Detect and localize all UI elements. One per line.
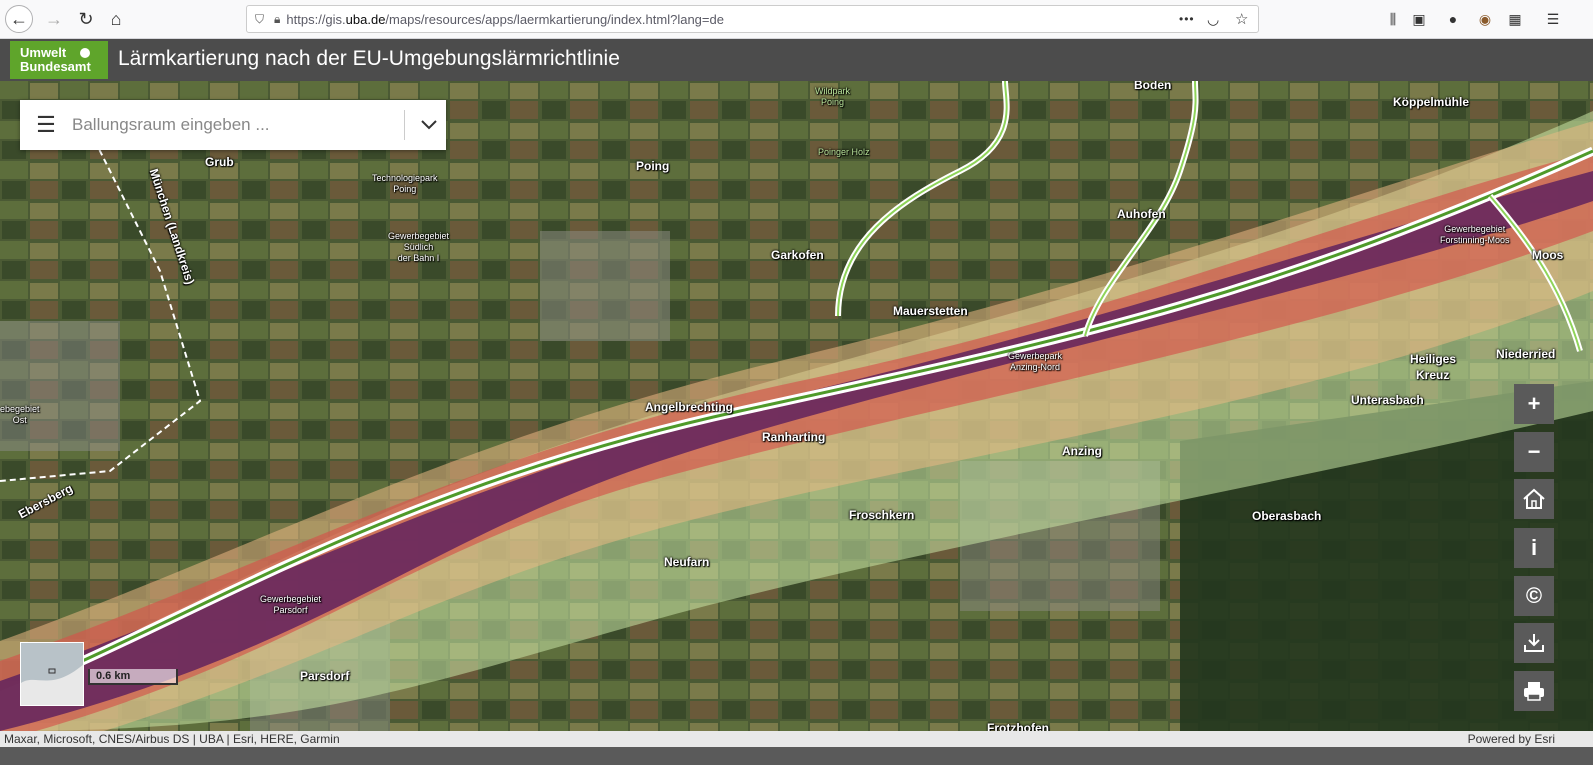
place-label: Kreuz [1416, 368, 1450, 382]
page-title: Lärmkartierung nach der EU-Umgebungslärm… [118, 47, 620, 70]
info-icon: i [1530, 535, 1538, 560]
copyright-button[interactable]: © [1514, 576, 1554, 616]
overview-map[interactable] [20, 642, 84, 706]
place-label: Auhofen [1117, 207, 1166, 221]
reload-icon: ↻ [78, 8, 94, 29]
sidebar-icon[interactable]: ▣ [1410, 10, 1428, 28]
search-divider [404, 110, 405, 140]
chevron-down-icon[interactable] [412, 100, 446, 150]
poi-label: Gewerbegebiet Parsdorf [260, 594, 322, 615]
home-button[interactable]: ⌂ [102, 5, 130, 33]
logo-mark-icon [80, 48, 90, 58]
place-label: Boden [1134, 81, 1172, 92]
reload-button[interactable]: ↻ [72, 5, 100, 33]
place-label: Niederried [1496, 347, 1556, 361]
arrow-right-icon: → [45, 8, 63, 29]
printer-icon [1524, 682, 1544, 701]
attribution-text: Maxar, Microsoft, CNES/Airbus DS | UBA |… [4, 732, 340, 746]
uba-logo: Umwelt Bundesamt [10, 41, 108, 79]
shield-icon: ⛉ [255, 11, 265, 26]
place-label: Unterasbach [1351, 393, 1424, 407]
url-bar[interactable]: ⛉ 🔒︎ https://gis.uba.de/maps/resources/a… [246, 5, 1259, 33]
back-button[interactable]: ← [5, 5, 33, 33]
qr-code-icon[interactable]: ▦ [1506, 10, 1524, 28]
poi-label: Wildpark Poing [815, 86, 851, 107]
place-label: Poing [636, 159, 670, 173]
account-icon[interactable]: ● [1444, 10, 1462, 28]
forward-button[interactable]: → [40, 5, 68, 33]
cookie-icon[interactable]: ◉ [1476, 10, 1494, 28]
info-button[interactable]: i [1514, 528, 1554, 568]
zoom-out-button[interactable]: − [1514, 432, 1554, 472]
map-view[interactable]: Grub Poing Boden Köppelmühle Auhofen Gar… [0, 81, 1593, 731]
powered-by-link[interactable]: Powered by Esri [1468, 731, 1555, 747]
home-icon [1523, 488, 1545, 509]
download-button[interactable] [1514, 623, 1554, 663]
lock-icon: 🔒︎ [274, 11, 281, 26]
home-extent-button[interactable] [1514, 479, 1554, 519]
pocket-icon[interactable]: ◡ [1207, 11, 1219, 28]
menu-icon[interactable]: ☰ [20, 100, 72, 150]
place-label: Anzing [1062, 444, 1102, 458]
attribution-bar: Maxar, Microsoft, CNES/Airbus DS | UBA |… [0, 731, 1593, 747]
place-label: Heiliges [1410, 352, 1457, 366]
poi-label: Gewerbepark Anzing-Nord [1008, 351, 1063, 372]
place-label: Neufarn [664, 555, 710, 569]
copyright-icon: © [1525, 583, 1543, 608]
download-icon [1524, 634, 1544, 652]
zoom-in-button[interactable]: + [1514, 384, 1554, 424]
print-button[interactable] [1514, 671, 1554, 711]
poi-label: Poinger Holz [818, 147, 870, 157]
minus-icon: − [1527, 439, 1541, 464]
library-icon[interactable]: ⫼ [1384, 10, 1402, 28]
poi-label: Technologiepark Poing [372, 173, 438, 194]
search-input[interactable] [72, 115, 392, 135]
place-label: Grub [205, 155, 234, 169]
scale-bar: 0.6 km [88, 669, 178, 685]
overview-map-canvas [21, 664, 83, 705]
place-label: Angelbrechting [645, 400, 734, 414]
place-label: Köppelmühle [1393, 95, 1470, 109]
arrow-left-icon: ← [10, 8, 28, 29]
place-label: Froschkern [849, 508, 915, 522]
place-label: Mauerstetten [893, 304, 968, 318]
place-label: Moos [1532, 248, 1564, 262]
search-box: ☰ [20, 100, 446, 150]
place-label: Garkofen [771, 248, 824, 262]
logo-line1: Umwelt [20, 45, 67, 60]
poi-label: ebegebiet Ost [0, 404, 40, 425]
bookmark-star-icon[interactable]: ☆ [1235, 10, 1248, 28]
app-header: Umwelt Bundesamt Lärmkartierung nach der… [0, 39, 1593, 81]
browser-toolbar: ← → ↻ ⌂ ⛉ 🔒︎ https://gis.uba.de/maps/res… [0, 0, 1593, 39]
poi-label: Gewerbegebiet Südlich der Bahn I [388, 231, 450, 263]
place-label: Parsdorf [300, 669, 350, 683]
place-label: Frotzhofen [987, 721, 1049, 731]
logo-line2: Bundesamt [20, 59, 91, 74]
url-text: https://gis.uba.de/maps/resources/apps/l… [286, 11, 724, 27]
bottom-bar [0, 747, 1593, 765]
hamburger-menu-icon[interactable]: ☰ [1544, 10, 1562, 28]
plus-icon: + [1527, 391, 1541, 416]
home-icon: ⌂ [110, 8, 122, 29]
page-actions-button[interactable]: ••• [1179, 12, 1195, 26]
poi-label: Gewerbegebiet Forstinning-Moos [1440, 224, 1510, 245]
place-label: Ranharting [762, 430, 826, 444]
place-label: Oberasbach [1252, 509, 1322, 523]
